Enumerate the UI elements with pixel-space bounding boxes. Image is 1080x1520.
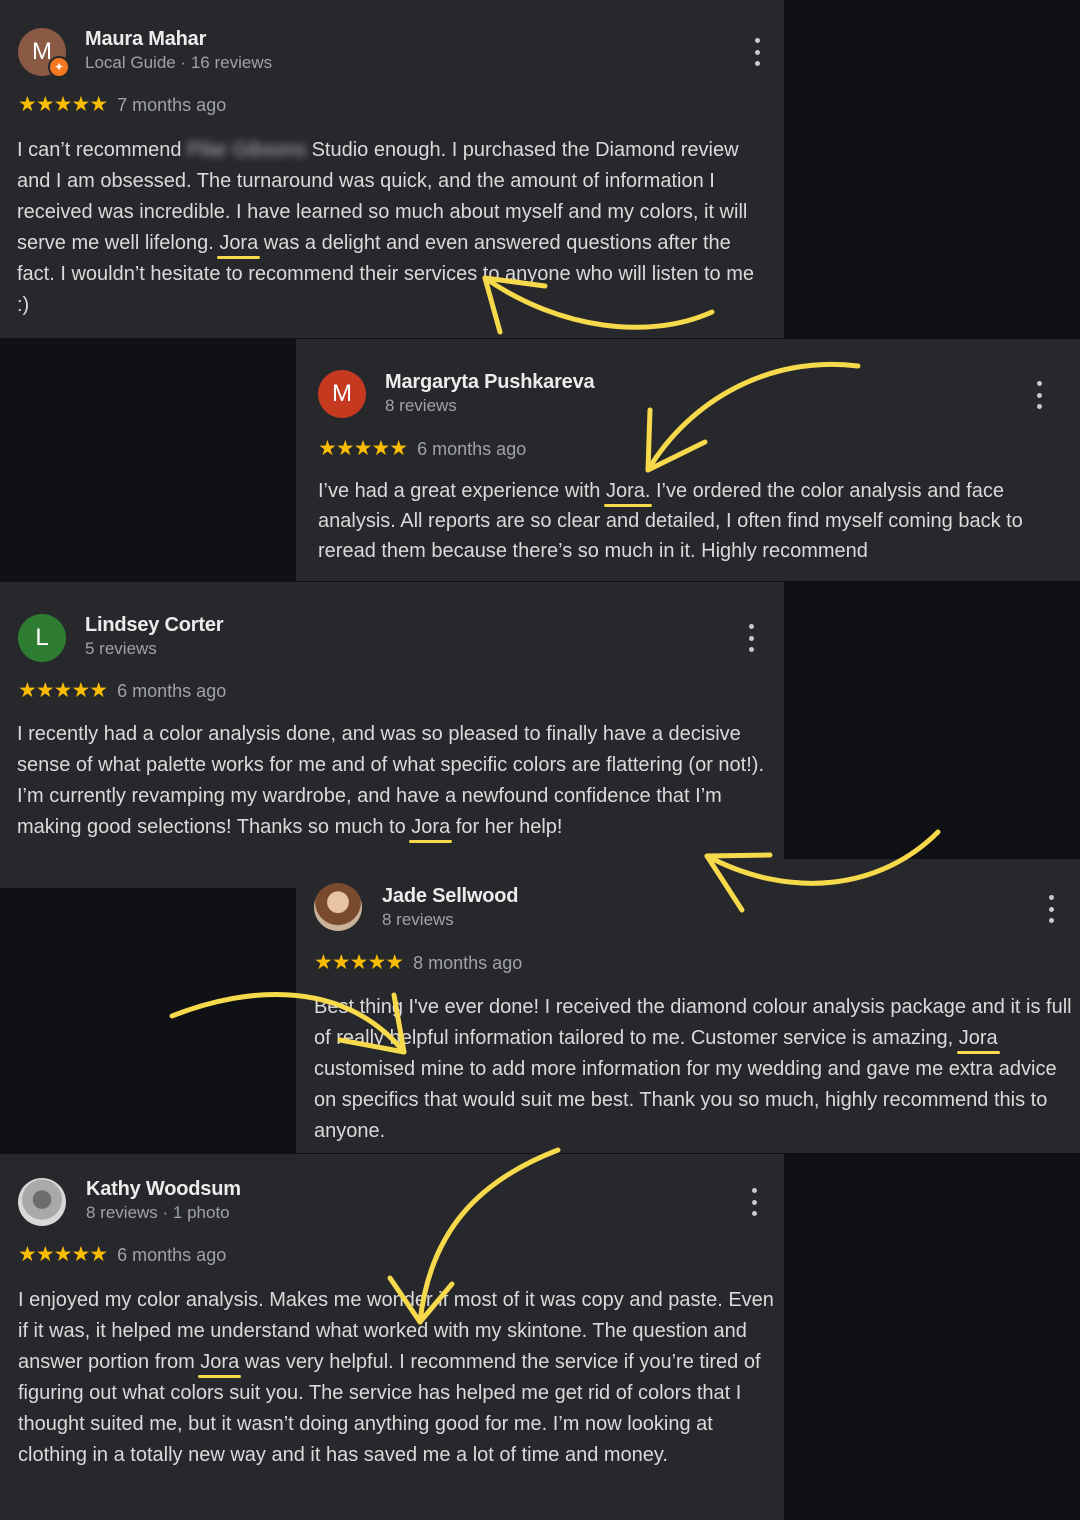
rating-row: ★★★★★ 8 months ago: [314, 950, 522, 975]
review-card: M ✦ Maura Mahar Local Guide · 16 reviews…: [0, 0, 784, 338]
review-time: 6 months ago: [117, 1245, 227, 1265]
review-time: 6 months ago: [417, 439, 527, 459]
highlighted-name: Jora: [200, 1351, 240, 1373]
more-options-icon[interactable]: [1046, 895, 1056, 923]
reviewer-meta[interactable]: 8 reviews: [382, 910, 454, 930]
more-options-icon[interactable]: [746, 624, 756, 652]
review-text: I can’t recommend Pilar Gibsons Studio e…: [17, 135, 762, 321]
reviewer-name[interactable]: Kathy Woodsum: [86, 1178, 241, 1201]
reviewer-meta[interactable]: Local Guide · 16 reviews: [85, 53, 272, 73]
more-options-icon[interactable]: [1034, 381, 1044, 409]
star-rating: ★★★★★: [318, 437, 408, 460]
review-card: Kathy Woodsum 8 reviews · 1 photo ★★★★★ 6…: [0, 1154, 784, 1520]
reviewer-name[interactable]: Jade Sellwood: [382, 885, 519, 908]
review-text-part: customised mine to add more information …: [314, 1058, 1057, 1142]
reviewer-name[interactable]: Maura Mahar: [85, 28, 206, 51]
star-rating: ★★★★★: [18, 1243, 108, 1266]
highlighted-name: Jora: [411, 816, 451, 838]
highlighted-name: Jora: [219, 232, 259, 254]
review-time: 8 months ago: [413, 953, 523, 973]
review-text-part: I recently had a color analysis done, an…: [17, 723, 765, 838]
reviewer-name[interactable]: Lindsey Corter: [85, 614, 224, 637]
avatar[interactable]: L: [18, 614, 66, 662]
review-text: I recently had a color analysis done, an…: [17, 719, 772, 843]
more-options-icon[interactable]: [749, 1188, 759, 1216]
local-guide-badge-icon: ✦: [48, 56, 70, 78]
rating-row: ★★★★★ 6 months ago: [18, 1242, 226, 1267]
review-text-part: Best thing I've ever done! I received th…: [314, 996, 1072, 1049]
star-rating: ★★★★★: [314, 951, 404, 974]
reviewer-name[interactable]: Margaryta Pushkareva: [385, 371, 595, 394]
review-card: Jade Sellwood 8 reviews ★★★★★ 8 months ag…: [296, 859, 1080, 1153]
avatar-photo[interactable]: [314, 883, 362, 931]
review-card: L Lindsey Corter 5 reviews ★★★★★ 6 months…: [0, 582, 784, 888]
review-text: I’ve had a great experience with Jora. I…: [318, 476, 1068, 566]
review-card: M Margaryta Pushkareva 8 reviews ★★★★★ 6 …: [296, 339, 1080, 581]
reviewer-meta[interactable]: 8 reviews: [385, 396, 457, 416]
review-text-part: I can’t recommend: [17, 139, 188, 161]
review-text: Best thing I've ever done! I received th…: [314, 992, 1072, 1147]
blurred-business-name: Pilar Gibsons: [187, 139, 307, 161]
review-time: 6 months ago: [117, 681, 227, 701]
review-text-part: for her help!: [450, 816, 563, 838]
avatar[interactable]: M: [318, 370, 366, 418]
rating-row: ★★★★★ 7 months ago: [18, 92, 226, 117]
review-text-part: I’ve had a great experience with: [318, 480, 606, 502]
star-rating: ★★★★★: [18, 93, 108, 116]
review-time: 7 months ago: [117, 95, 227, 115]
reviewer-meta[interactable]: 8 reviews · 1 photo: [86, 1203, 230, 1223]
star-rating: ★★★★★: [18, 679, 108, 702]
review-text: I enjoyed my color analysis. Makes me wo…: [18, 1285, 774, 1471]
highlighted-name: Jora: [958, 1027, 998, 1049]
more-options-icon[interactable]: [752, 38, 762, 66]
rating-row: ★★★★★ 6 months ago: [318, 436, 526, 461]
reviewer-meta[interactable]: 5 reviews: [85, 639, 157, 659]
rating-row: ★★★★★ 6 months ago: [18, 678, 226, 703]
highlighted-name: Jora.: [605, 480, 651, 502]
avatar-photo[interactable]: [18, 1178, 66, 1226]
